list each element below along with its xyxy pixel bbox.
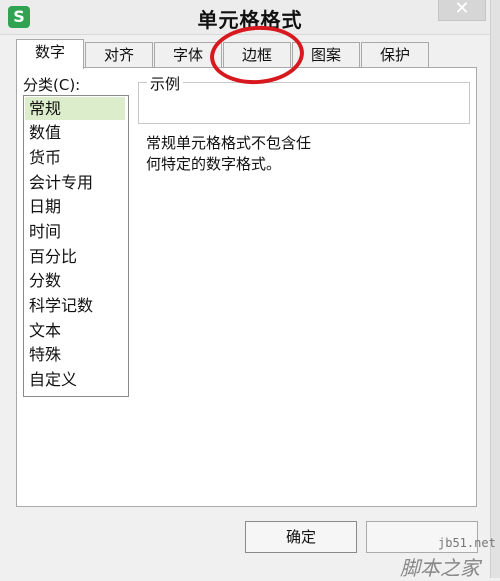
sample-legend: 示例 <box>147 73 184 94</box>
category-item-scientific[interactable]: 科学记数 <box>25 294 125 317</box>
sample-group: 示例 <box>138 73 470 124</box>
description-line-1: 常规单元格格式不包含任 <box>146 134 312 152</box>
tab-number[interactable]: 数字 <box>16 39 84 69</box>
category-item-percentage[interactable]: 百分比 <box>25 245 125 268</box>
number-tab-panel: 分类(C): 常规 数值 货币 会计专用 日期 时间 百分比 分数 科学记数 文… <box>16 67 477 507</box>
category-item-general[interactable]: 常规 <box>25 97 125 120</box>
category-item-fraction[interactable]: 分数 <box>25 269 125 292</box>
ok-button[interactable]: 确定 <box>245 521 357 553</box>
close-icon: ✕ <box>454 0 470 19</box>
category-item-special[interactable]: 特殊 <box>25 343 125 366</box>
background-window-edge <box>490 0 500 578</box>
tab-alignment[interactable]: 对齐 <box>85 42 153 67</box>
category-item-text[interactable]: 文本 <box>25 319 125 342</box>
close-button[interactable]: ✕ <box>438 0 486 21</box>
category-item-date[interactable]: 日期 <box>25 195 125 218</box>
category-list[interactable]: 常规 数值 货币 会计专用 日期 时间 百分比 分数 科学记数 文本 特殊 自定… <box>23 95 129 397</box>
category-item-time[interactable]: 时间 <box>25 220 125 243</box>
category-item-accounting[interactable]: 会计专用 <box>25 171 125 194</box>
category-item-currency[interactable]: 货币 <box>25 146 125 169</box>
description-line-2: 何特定的数字格式。 <box>146 155 282 173</box>
category-label: 分类(C): <box>23 76 81 94</box>
watermark-url: jb51.net <box>438 536 496 550</box>
watermark-text: 脚本之家 <box>400 556 480 580</box>
category-item-custom[interactable]: 自定义 <box>25 368 125 391</box>
format-description: 常规单元格格式不包含任 何特定的数字格式。 <box>146 133 376 175</box>
category-item-number[interactable]: 数值 <box>25 121 125 144</box>
tab-protection[interactable]: 保护 <box>361 42 429 67</box>
